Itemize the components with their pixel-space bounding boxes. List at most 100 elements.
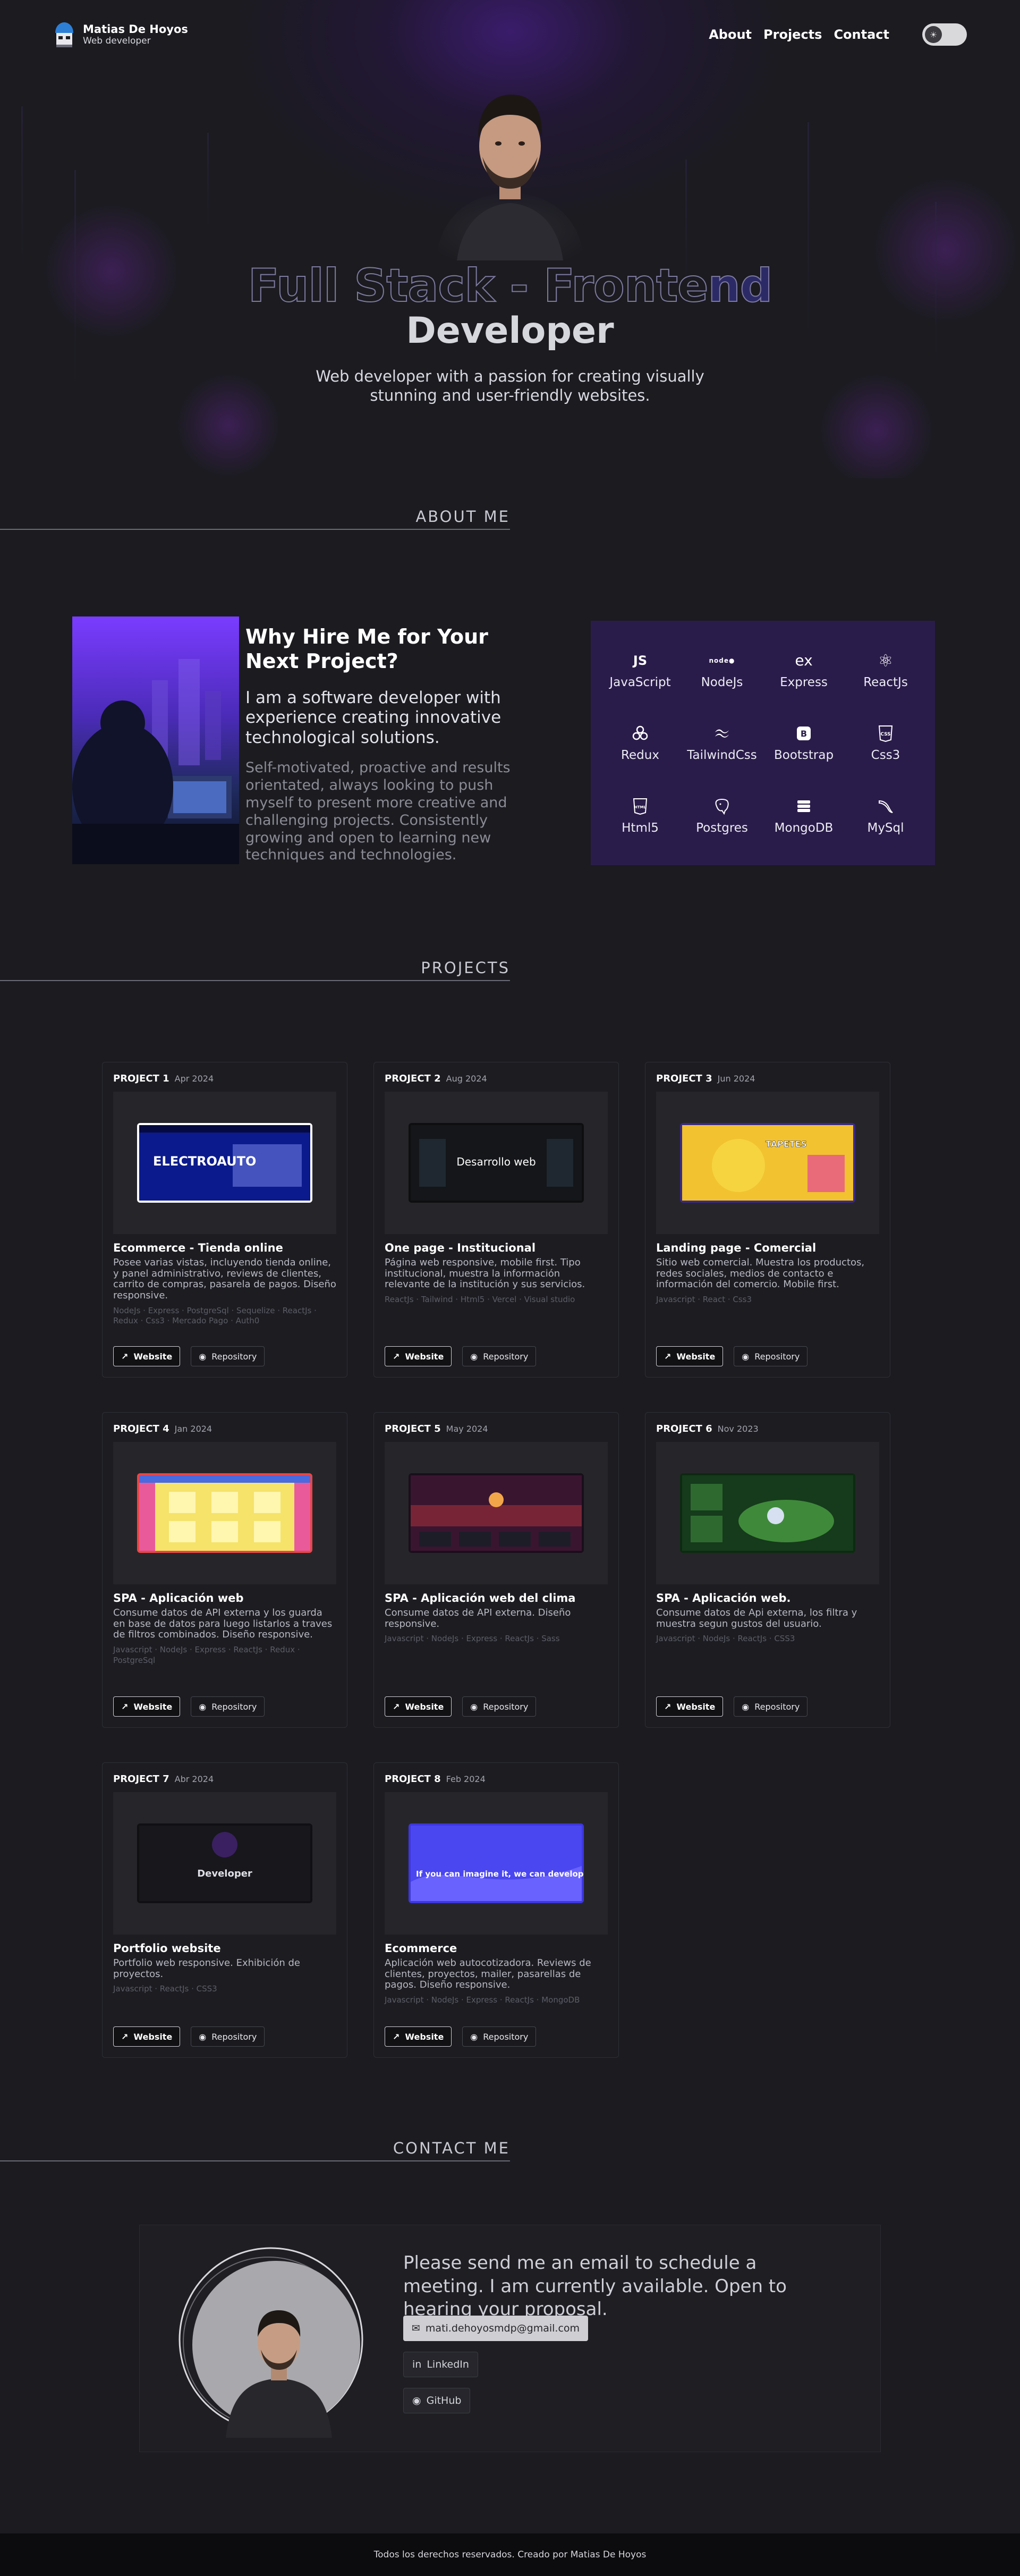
email-button[interactable]: ✉ mati.dehoyosmdp@gmail.com (403, 2316, 589, 2341)
repository-label: Repository (211, 1351, 257, 1362)
linkedin-icon: in (412, 2359, 422, 2370)
repository-button[interactable]: ◉ Repository (462, 2026, 537, 2047)
project-tech: Javascript · React · Css3 (656, 1295, 752, 1305)
skill-label: Css3 (871, 748, 900, 762)
project-description: Consume datos de API externa. Diseño res… (385, 1607, 571, 1629)
project-number: PROJECT 1 (113, 1073, 169, 1084)
website-label: Website (676, 1351, 716, 1362)
website-label: Website (133, 1701, 173, 1712)
project-description: Consume datos de Api externa, los filtra… (656, 1607, 857, 1629)
project-number: PROJECT 3 (656, 1073, 712, 1084)
html5-icon: HTML (633, 797, 648, 816)
contact-portrait (178, 2247, 363, 2438)
skill-express: ex Express (763, 634, 845, 706)
mail-icon: ✉ (412, 2322, 420, 2334)
project-screenshot-image: Developer (137, 1823, 312, 1903)
main-nav: About Projects Contact ☀ (709, 23, 967, 46)
react-icon: ⚛ (878, 650, 894, 671)
project-buttons: ↗ Website ◉ Repository (113, 1346, 265, 1366)
website-button[interactable]: ↗ Website (113, 1696, 181, 1717)
project-card: PROJECT 6 Nov 2023 SPA - Aplicación web. … (645, 1412, 890, 1728)
hero-title: Full Stack - Frontend (0, 263, 1020, 309)
github-icon: ◉ (470, 1351, 478, 1362)
website-button[interactable]: ↗ Website (385, 2026, 452, 2047)
project-card: PROJECT 7 Abr 2024 Developer Portfolio we… (102, 1762, 347, 2058)
website-button[interactable]: ↗ Website (656, 1696, 724, 1717)
repository-button[interactable]: ◉ Repository (462, 1346, 537, 1366)
project-description: Posee varias vistas, incluyendo tienda o… (113, 1257, 336, 1302)
skill-bootstrap: B Bootstrap (763, 706, 845, 779)
contact-message: Please send me an email to schedule a me… (403, 2252, 787, 2320)
project-screenshot: Developer (113, 1792, 336, 1935)
bootstrap-icon: B (796, 724, 812, 743)
skill-mongodb: MongoDB (763, 780, 845, 852)
project-card: PROJECT 1 Apr 2024 ELECTROAUTO Ecommerce … (102, 1062, 347, 1378)
svg-text:HTML: HTML (634, 805, 647, 809)
repository-button[interactable]: ◉ Repository (191, 1696, 265, 1717)
nav-about[interactable]: About (709, 27, 752, 42)
skill-label: NodeJs (701, 675, 743, 689)
project-description: Consume datos de API externa y los guard… (113, 1607, 333, 1641)
github-button[interactable]: ◉ GitHub (403, 2388, 471, 2413)
hero-streak (21, 106, 23, 266)
hero-glow (175, 372, 282, 478)
website-label: Website (133, 2031, 173, 2042)
project-buttons: ↗ Website ◉ Repository (385, 2026, 537, 2047)
website-label: Website (405, 1701, 444, 1712)
footer-text: Todos los derechos reservados. Creado po… (373, 2549, 647, 2560)
brand[interactable]: Matias De Hoyos Web developer (53, 21, 188, 48)
repository-button[interactable]: ◉ Repository (191, 1346, 265, 1366)
project-shot-text: ELECTROAUTO (153, 1154, 256, 1169)
project-screenshot (113, 1442, 336, 1584)
redux-icon (632, 724, 649, 743)
project-screenshot: TAPETES (656, 1092, 879, 1234)
repository-button[interactable]: ◉ Repository (462, 1696, 537, 1717)
repository-label: Repository (754, 1701, 800, 1712)
github-label: GitHub (426, 2395, 462, 2406)
nav-projects[interactable]: Projects (763, 27, 822, 42)
website-label: Website (133, 1351, 173, 1362)
website-button[interactable]: ↗ Website (113, 2026, 181, 2047)
skill-label: Postgres (696, 821, 748, 835)
project-tech: ReactJs · Tailwind · Html5 · Vercel · Vi… (385, 1295, 575, 1305)
website-label: Website (405, 1351, 444, 1362)
hero-portrait (436, 95, 584, 260)
skill-html5: HTML Html5 (599, 780, 681, 852)
theme-toggle[interactable]: ☀ (922, 23, 967, 46)
website-button[interactable]: ↗ Website (385, 1346, 452, 1366)
project-screenshot-image: If you can imagine it, we can develop it (409, 1823, 584, 1903)
about-illustration (72, 659, 239, 864)
hero-title-part1: Full Stack - Fronte (248, 259, 709, 313)
project-card: PROJECT 5 May 2024 SPA - Aplicación web d… (373, 1412, 619, 1728)
website-button[interactable]: ↗ Website (656, 1346, 724, 1366)
github-icon: ◉ (199, 2031, 207, 2042)
website-button[interactable]: ↗ Website (385, 1696, 452, 1717)
github-icon: ◉ (199, 1701, 207, 1712)
external-link-icon: ↗ (664, 1351, 672, 1362)
external-link-icon: ↗ (664, 1701, 672, 1712)
repository-button[interactable]: ◉ Repository (734, 1696, 808, 1717)
skill-mysql: MySql (845, 780, 926, 852)
repository-button[interactable]: ◉ Repository (734, 1346, 808, 1366)
linkedin-button[interactable]: in LinkedIn (403, 2352, 478, 2377)
website-button[interactable]: ↗ Website (113, 1346, 181, 1366)
project-buttons: ↗ Website ◉ Repository (385, 1346, 537, 1366)
project-title: SPA - Aplicación web (113, 1592, 244, 1604)
project-buttons: ↗ Website ◉ Repository (113, 2026, 265, 2047)
email-label: mati.dehoyosmdp@gmail.com (425, 2322, 580, 2334)
project-date: Jun 2024 (717, 1074, 755, 1084)
external-link-icon: ↗ (393, 1351, 400, 1362)
nav-contact[interactable]: Contact (834, 27, 889, 42)
project-buttons: ↗ Website ◉ Repository (656, 1346, 808, 1366)
project-tech: Javascript · NodeJs · Express · ReactJs … (113, 1645, 300, 1665)
project-card: PROJECT 2 Aug 2024 Desarrollo web One pag… (373, 1062, 619, 1378)
repository-button[interactable]: ◉ Repository (191, 2026, 265, 2047)
website-label: Website (405, 2031, 444, 2042)
project-buttons: ↗ Website ◉ Repository (656, 1696, 808, 1717)
hero-section (0, 0, 1020, 478)
repository-label: Repository (483, 1701, 529, 1712)
website-label: Website (676, 1701, 716, 1712)
github-icon: ◉ (412, 2395, 421, 2406)
project-description: Sitio web comercial. Muestra los product… (656, 1257, 865, 1290)
mysql-icon (877, 797, 894, 816)
